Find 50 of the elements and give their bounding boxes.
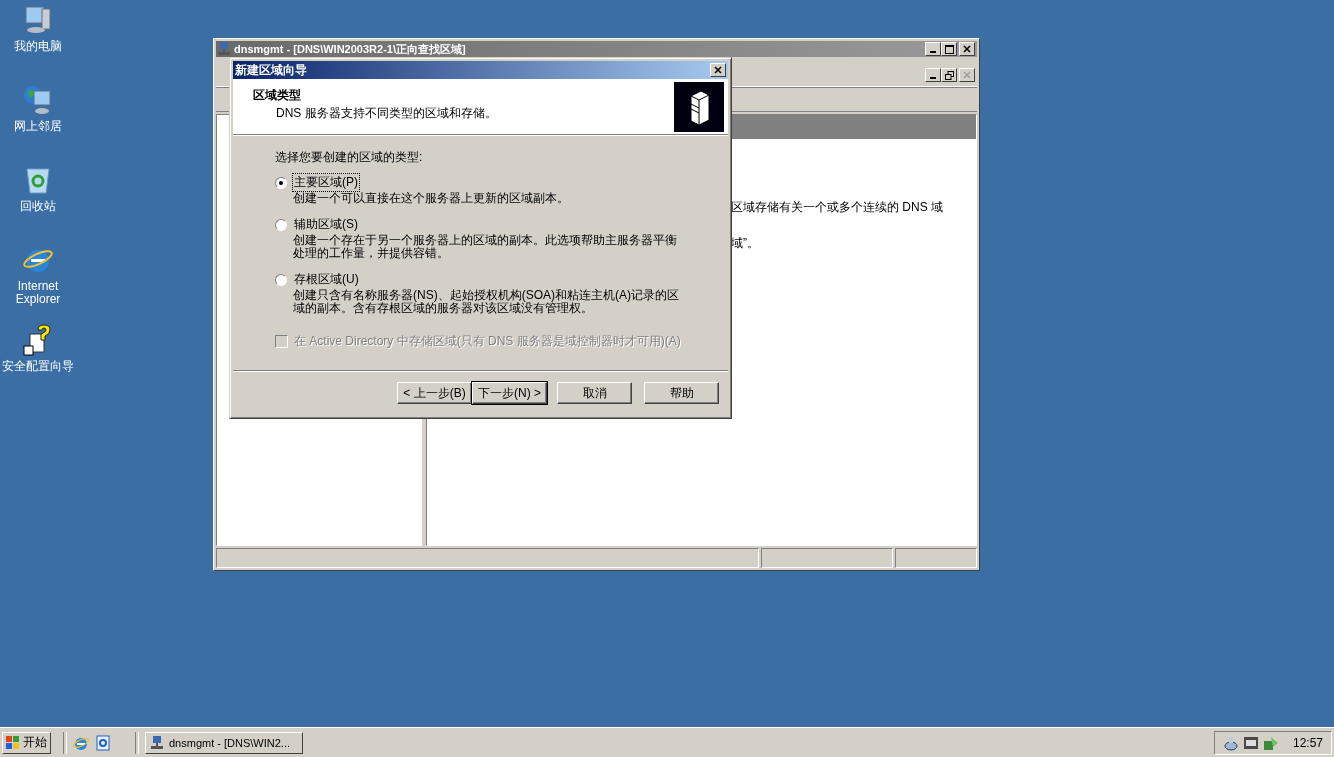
- close-icon: [963, 71, 971, 79]
- taskbar-button[interactable]: dnsmgmt - [DNS\WIN2...: [145, 731, 303, 754]
- radio-label[interactable]: 存根区域(U): [292, 270, 361, 289]
- window-title: dnsmgmt - [DNS\WIN2003R2-1\正向查找区域]: [234, 42, 467, 56]
- network-icon[interactable]: [1222, 734, 1239, 751]
- close-icon: [714, 66, 722, 74]
- desktop-icon-label[interactable]: 回收站: [8, 200, 68, 213]
- description-text: 域”。: [731, 235, 760, 252]
- option-description: 创建只含有名称服务器(NS)、起始授权机构(SOA)和粘连主机(A)记录的区域的副本。含有存根区域的服务器对该区域没有管理权。: [292, 289, 680, 315]
- document-question-icon[interactable]: [22, 324, 54, 356]
- desktop-icon-label[interactable]: Internet Explorer: [8, 280, 68, 306]
- help-button[interactable]: 帮助: [644, 382, 719, 404]
- prompt-text: 选择您要创建的区域的类型:: [275, 149, 424, 166]
- radio-label[interactable]: 辅助区域(S): [292, 215, 360, 234]
- minimize-button[interactable]: [925, 68, 941, 82]
- maximize-icon: [944, 44, 954, 54]
- desktop-icon-label[interactable]: 网上邻居: [8, 120, 68, 133]
- restore-button[interactable]: [941, 68, 957, 82]
- network-node-icon: [150, 735, 164, 750]
- restore-icon: [944, 70, 954, 80]
- clock[interactable]: 12:57: [1292, 735, 1323, 750]
- minimize-button[interactable]: [925, 42, 941, 56]
- radio-button[interactable]: [275, 218, 287, 231]
- globe-monitor-icon[interactable]: [22, 84, 54, 116]
- maximize-button[interactable]: [941, 42, 957, 56]
- desktop-icon-label[interactable]: 我的电脑: [8, 40, 68, 53]
- dialog-title: 新建区域向导: [235, 61, 308, 79]
- radio-button[interactable]: [275, 176, 287, 189]
- close-button[interactable]: [710, 63, 726, 77]
- option-description: 创建一个存在于另一个服务器上的区域的副本。此选项帮助主服务器平衡处理的工作量，并提供容错。: [292, 234, 678, 260]
- cancel-button[interactable]: 取消: [557, 382, 632, 404]
- description-text: 区域存储有关一个或多个连续的 DNS 域: [731, 199, 944, 216]
- option-description: 创建一个可以直接在这个服务器上更新的区域副本。: [292, 192, 570, 205]
- radio-label[interactable]: 主要区域(P): [292, 173, 360, 192]
- network-node-icon: [218, 42, 230, 56]
- page-title: 区域类型: [253, 87, 302, 104]
- close-button[interactable]: [959, 68, 975, 82]
- connection-icon[interactable]: [1262, 734, 1279, 751]
- windows-logo-icon: [6, 736, 20, 749]
- page-subtitle: DNS 服务器支持不同类型的区域和存储。: [275, 105, 498, 122]
- monitor-icon[interactable]: [1242, 734, 1259, 751]
- next-button[interactable]: 下一步(N) >: [472, 382, 547, 404]
- radio-button[interactable]: [275, 273, 287, 286]
- back-button[interactable]: < 上一步(B): [397, 382, 472, 404]
- document-icon[interactable]: [95, 734, 111, 751]
- computer-icon[interactable]: [22, 4, 54, 36]
- start-button[interactable]: 开始: [2, 731, 51, 754]
- close-icon: [963, 45, 971, 53]
- close-button[interactable]: [959, 42, 975, 56]
- desktop-icon-label[interactable]: 安全配置向导: [0, 360, 78, 373]
